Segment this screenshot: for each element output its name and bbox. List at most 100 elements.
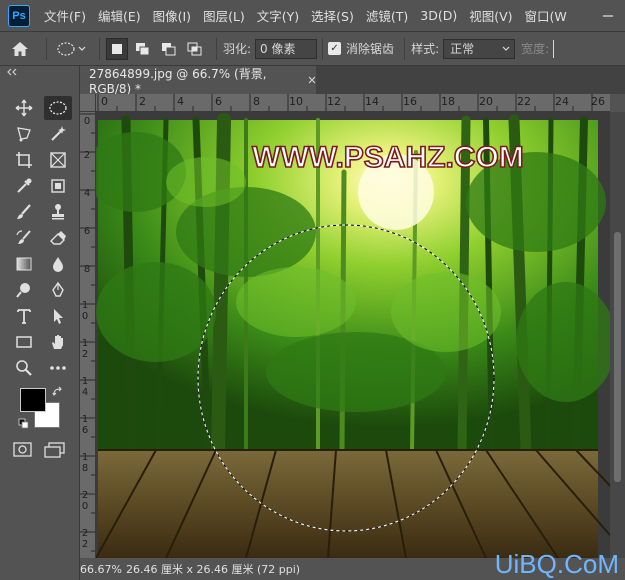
ruler-label: 0 (83, 116, 91, 127)
dodge-tool[interactable] (10, 278, 38, 302)
bamboo-forest-scene (96, 113, 610, 558)
tool-preset-picker[interactable] (53, 37, 93, 61)
screen-mode-icon (44, 442, 65, 458)
elliptical-marquee-tool[interactable] (44, 96, 72, 120)
brush-tool[interactable] (10, 200, 38, 224)
zoom-tool[interactable] (10, 356, 38, 380)
ruler-label: 24 (555, 95, 569, 108)
move-tool[interactable] (10, 96, 38, 120)
collapse-panel-button[interactable] (6, 68, 18, 79)
menu-edit[interactable]: 编辑(E) (92, 6, 147, 25)
ruler-label: 22 (517, 95, 531, 108)
image-watermark-text: WWW.PSAHZ.COM (252, 141, 524, 174)
subtract-from-selection-button[interactable] (158, 38, 180, 60)
polygonal-lasso-icon (17, 127, 31, 142)
quick-mask-button[interactable] (13, 442, 33, 461)
width-input[interactable] (553, 39, 565, 58)
ruler-label: 6 (83, 226, 91, 237)
width-label: 宽度: (521, 42, 550, 56)
close-icon (308, 76, 316, 83)
style-label: 样式: (411, 42, 440, 56)
document-tab-bar: 27864899.jpg @ 66.7% (背景, RGB/8) * (80, 66, 625, 96)
magic-wand-tool[interactable] (44, 122, 72, 146)
pen-tool[interactable] (44, 278, 72, 302)
gradient-tool[interactable] (10, 252, 38, 276)
ruler-label: 10 (81, 300, 89, 322)
menu-image[interactable]: 图像(I) (147, 6, 197, 25)
eyedropper-tool[interactable] (10, 174, 38, 198)
eraser-tool[interactable] (44, 226, 72, 250)
divider (404, 37, 406, 60)
crop-icon (16, 152, 32, 168)
history-brush-icon (16, 230, 31, 244)
ruler-label: 10 (289, 95, 303, 108)
foreground-color[interactable] (20, 388, 46, 412)
menu-3d[interactable]: 3D(D) (414, 8, 463, 23)
close-tab-button[interactable] (308, 74, 316, 87)
brush-icon (17, 204, 31, 219)
ruler-label: 12 (327, 95, 341, 108)
new-selection-button[interactable] (106, 37, 128, 60)
ruler-label: 12 (81, 338, 89, 360)
menu-filter[interactable]: 滤镜(T) (360, 6, 414, 25)
ruler-label: 2 (83, 150, 91, 161)
zoom-icon (16, 360, 32, 376)
screen-mode-button[interactable] (44, 442, 66, 461)
menu-type[interactable]: 文字(Y) (251, 6, 305, 25)
ruler-label: 4 (83, 188, 91, 199)
frame-tool[interactable] (44, 148, 72, 172)
path-selection-tool[interactable] (44, 304, 72, 328)
eraser-icon (50, 231, 66, 245)
ruler-label: 14 (81, 376, 89, 398)
zoom-level[interactable]: 66.67% (80, 563, 126, 576)
minimize-button[interactable] (591, 0, 625, 32)
hand-tool[interactable] (44, 330, 72, 354)
add-to-selection-button[interactable] (132, 38, 154, 60)
crop-tool[interactable] (10, 148, 38, 172)
swap-colors-icon[interactable] (52, 386, 64, 398)
rectangle-icon (16, 336, 32, 348)
more-icon (50, 366, 66, 370)
ruler-label: 20 (479, 95, 493, 108)
dodge-icon (16, 283, 30, 298)
intersect-selection-button[interactable] (184, 38, 206, 60)
menu-layer[interactable]: 图层(L) (197, 6, 251, 25)
document-image[interactable]: WWW.PSAHZ.COM (96, 112, 610, 558)
chevron-down-icon (502, 46, 510, 51)
site-watermark: UiBQ.CoM (494, 549, 619, 579)
vertical-scrollbar[interactable] (610, 112, 625, 558)
document-tab-title: 27864899.jpg @ 66.7% (背景, RGB/8) * (89, 66, 267, 96)
new-selection-icon (112, 43, 122, 54)
add-selection-icon (136, 42, 150, 55)
lasso-tool[interactable] (10, 122, 38, 146)
history-brush-tool[interactable] (10, 226, 38, 250)
menu-file[interactable]: 文件(F) (38, 6, 92, 25)
style-select[interactable]: 正常 (443, 38, 516, 59)
spot-healing-tool[interactable] (44, 174, 72, 198)
antialias-checkbox[interactable]: ✓ (328, 42, 342, 55)
color-swatches (18, 386, 70, 438)
more-tools-button[interactable] (44, 356, 72, 380)
feather-label: 羽化: (223, 42, 252, 56)
rectangle-tool[interactable] (10, 330, 38, 354)
ruler-label: 20 (81, 490, 89, 512)
feather-input[interactable]: 0 像素 (255, 38, 318, 59)
elliptical-marquee-icon (49, 101, 67, 115)
window-controls (591, 0, 625, 32)
frame-icon (50, 152, 66, 168)
default-colors-icon[interactable] (18, 418, 30, 430)
home-button[interactable] (0, 37, 40, 61)
divider (99, 37, 100, 60)
menu-select[interactable]: 选择(S) (305, 6, 360, 25)
scrollbar-thumb[interactable] (614, 232, 621, 482)
type-tool[interactable] (10, 304, 38, 328)
horizontal-ruler: 0 2 4 6 8 10 12 14 16 18 20 22 24 26 (96, 94, 610, 112)
ruler-label: 26 (591, 95, 605, 108)
document-tab[interactable]: 27864899.jpg @ 66.7% (背景, RGB/8) * (80, 66, 316, 96)
clone-stamp-tool[interactable] (44, 200, 72, 224)
blur-tool[interactable] (44, 252, 72, 276)
menu-window[interactable]: 窗口(W (519, 6, 573, 25)
canvas-area[interactable]: WWW.PSAHZ.COM (96, 112, 610, 558)
menu-view[interactable]: 视图(V) (463, 6, 518, 25)
minimize-icon (603, 15, 613, 17)
